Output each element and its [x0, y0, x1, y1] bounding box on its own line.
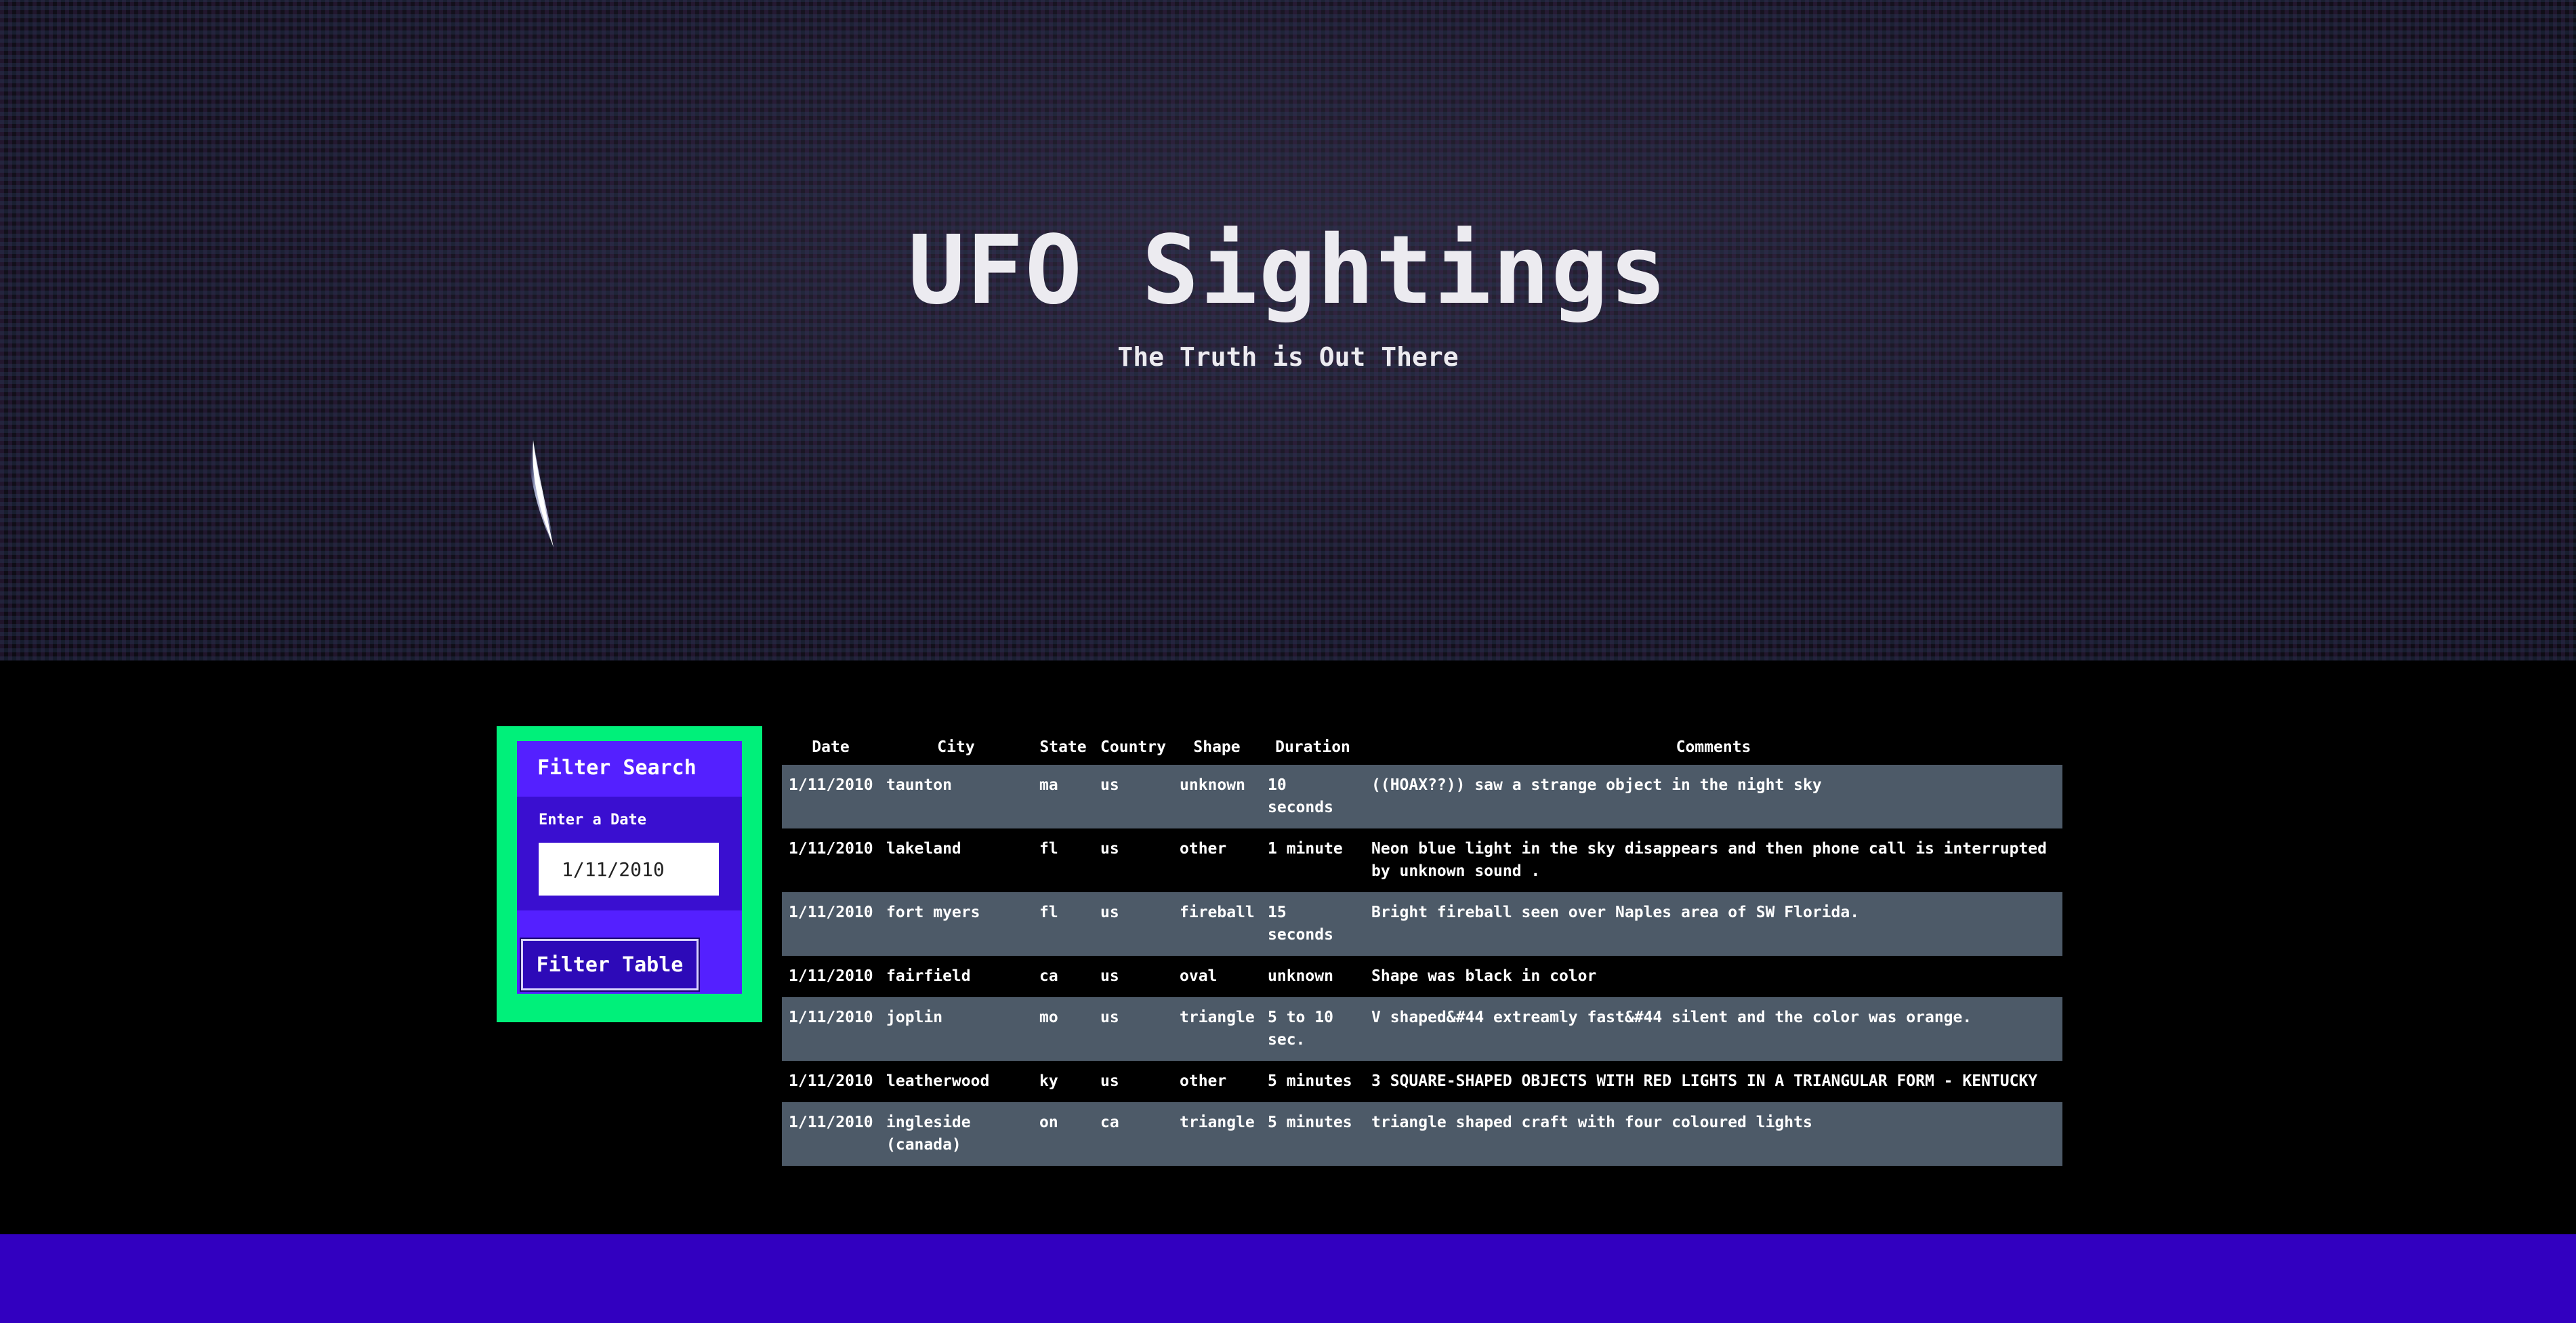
filter-table-button[interactable]: Filter Table [520, 938, 700, 992]
cell-state: ma [1033, 765, 1094, 828]
cell-shape: triangle [1173, 1102, 1261, 1166]
cell-country: us [1094, 956, 1173, 997]
column-header-duration: Duration [1275, 738, 1350, 756]
date-label: Enter a Date [539, 812, 646, 828]
filter-card: Filter Search Enter a Date Filter Table [517, 741, 742, 994]
hero-banner: UFO Sightings The Truth is Out There [0, 0, 2576, 660]
table-body: 1/11/2010 taunton ma us unknown 10 secon… [782, 765, 2062, 1166]
table-row: 1/11/2010 leatherwood ky us other 5 minu… [782, 1061, 2062, 1102]
column-header-date: Date [812, 738, 850, 756]
cell-duration: 5 minutes [1261, 1102, 1365, 1166]
cell-country: ca [1094, 1102, 1173, 1166]
cell-city: leatherwood [879, 1061, 1033, 1102]
cell-duration: 5 to 10 sec. [1261, 997, 1365, 1061]
cell-date: 1/11/2010 [782, 828, 879, 892]
cell-state: mo [1033, 997, 1094, 1061]
ufo-streak-image [528, 419, 558, 557]
filter-body: Enter a Date [517, 797, 742, 910]
table-row: 1/11/2010 taunton ma us unknown 10 secon… [782, 765, 2062, 828]
cell-country: us [1094, 892, 1173, 956]
filter-panel: Filter Search Enter a Date Filter Table [497, 726, 762, 1022]
ufo-table: Date City State Country Shape Duration C… [782, 730, 2062, 1166]
footer-bar [0, 1234, 2576, 1323]
cell-duration: unknown [1261, 956, 1365, 997]
cell-comments: 3 SQUARE-SHAPED OBJECTS WITH RED LIGHTS … [1365, 1061, 2062, 1102]
cell-duration: 1 minute [1261, 828, 1365, 892]
cell-city: joplin [879, 997, 1033, 1061]
cell-comments: Bright fireball seen over Naples area of… [1365, 892, 2062, 956]
filter-footer: Filter Table [517, 910, 742, 994]
date-input[interactable] [539, 843, 719, 896]
table-row: 1/11/2010 ingleside (canada) on ca trian… [782, 1102, 2062, 1166]
table-header-row: Date City State Country Shape Duration C… [782, 730, 2062, 765]
cell-date: 1/11/2010 [782, 765, 879, 828]
cell-state: ca [1033, 956, 1094, 997]
table-row: 1/11/2010 fort myers fl us fireball 15 s… [782, 892, 2062, 956]
cell-duration: 5 minutes [1261, 1061, 1365, 1102]
cell-comments: triangle shaped craft with four coloured… [1365, 1102, 2062, 1166]
page-title: UFO Sightings [908, 215, 1668, 326]
cell-comments: V shaped&#44 extreamly fast&#44 silent a… [1365, 997, 2062, 1061]
table-header: Date City State Country Shape Duration C… [782, 730, 2062, 765]
cell-city: taunton [879, 765, 1033, 828]
column-header-comments: Comments [1676, 738, 1751, 756]
cell-duration: 15 seconds [1261, 892, 1365, 956]
cell-date: 1/11/2010 [782, 1061, 879, 1102]
cell-date: 1/11/2010 [782, 892, 879, 956]
cell-city: lakeland [879, 828, 1033, 892]
cell-comments: Shape was black in color [1365, 956, 2062, 997]
cell-shape: triangle [1173, 997, 1261, 1061]
cell-state: on [1033, 1102, 1094, 1166]
cell-comments: ((HOAX??)) saw a strange object in the n… [1365, 765, 2062, 828]
filter-heading: Filter Search [537, 756, 697, 780]
cell-date: 1/11/2010 [782, 956, 879, 997]
cell-state: fl [1033, 828, 1094, 892]
cell-shape: other [1173, 828, 1261, 892]
table-row: 1/11/2010 fairfield ca us oval unknown S… [782, 956, 2062, 997]
cell-state: ky [1033, 1061, 1094, 1102]
column-header-shape: Shape [1193, 738, 1241, 756]
table-row: 1/11/2010 lakeland fl us other 1 minute … [782, 828, 2062, 892]
cell-shape: fireball [1173, 892, 1261, 956]
cell-country: us [1094, 997, 1173, 1061]
cell-state: fl [1033, 892, 1094, 956]
cell-city: fairfield [879, 956, 1033, 997]
cell-comments: Neon blue light in the sky disappears an… [1365, 828, 2062, 892]
cell-country: us [1094, 1061, 1173, 1102]
cell-date: 1/11/2010 [782, 1102, 879, 1166]
cell-shape: other [1173, 1061, 1261, 1102]
cell-country: us [1094, 765, 1173, 828]
cell-country: us [1094, 828, 1173, 892]
column-header-city: City [937, 738, 975, 756]
cell-shape: oval [1173, 956, 1261, 997]
column-header-state: State [1039, 738, 1087, 756]
table-row: 1/11/2010 joplin mo us triangle 5 to 10 … [782, 997, 2062, 1061]
cell-shape: unknown [1173, 765, 1261, 828]
column-header-country: Country [1100, 738, 1166, 756]
cell-city: ingleside (canada) [879, 1102, 1033, 1166]
page-subtitle: The Truth is Out There [1117, 342, 1459, 372]
filter-header: Filter Search [517, 741, 742, 797]
cell-duration: 10 seconds [1261, 765, 1365, 828]
cell-date: 1/11/2010 [782, 997, 879, 1061]
cell-city: fort myers [879, 892, 1033, 956]
